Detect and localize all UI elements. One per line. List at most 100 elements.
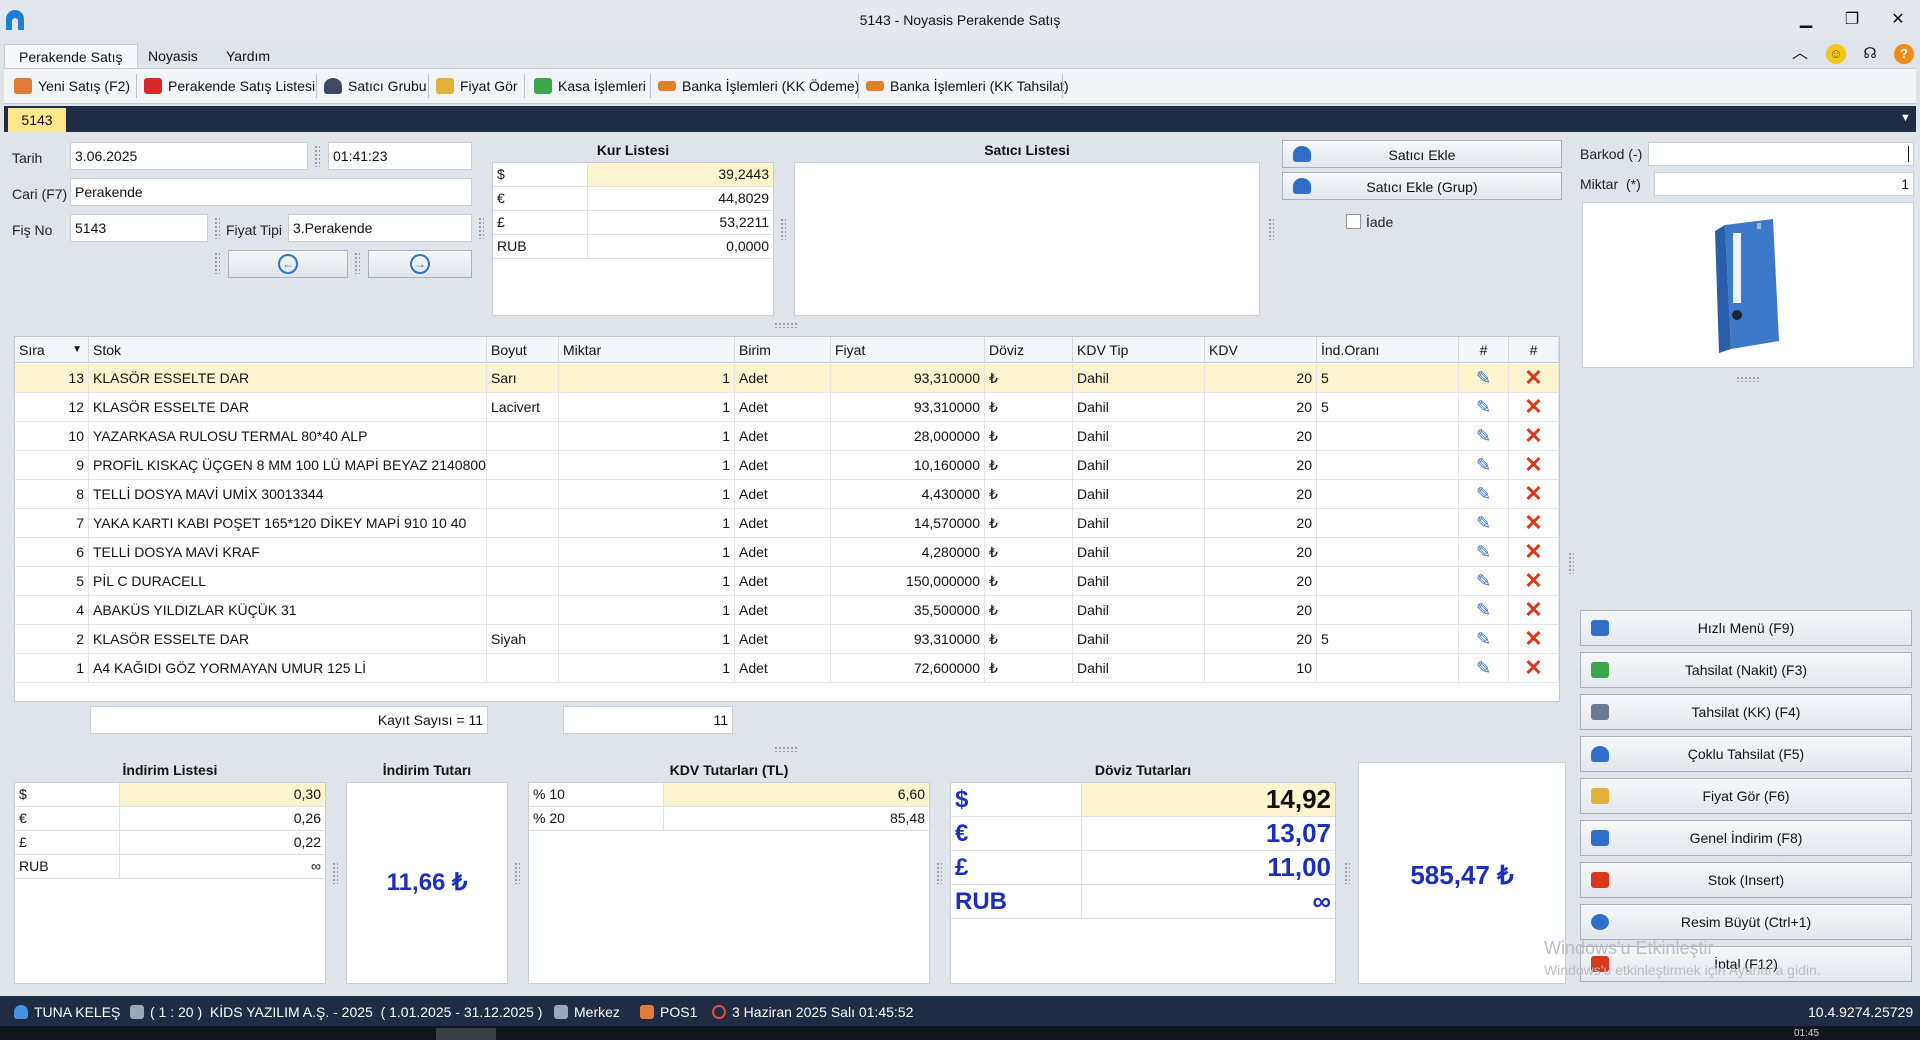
table-row[interactable]: 2 KLASÖR ESSELTE DAR Siyah 1 Adet 93,310000 ₺ D… <box>15 625 1559 654</box>
edit-pencil-icon[interactable]: ✎ <box>1459 654 1509 682</box>
splitter-handle[interactable] <box>774 322 798 328</box>
coklu-tahsilat-button[interactable]: Çoklu Tahsilat (F5) <box>1580 736 1912 772</box>
genel-indirim-button[interactable]: Genel İndirim (F8) <box>1580 820 1912 856</box>
iade-checkbox[interactable] <box>1346 214 1361 229</box>
delete-x-icon[interactable]: ✕ <box>1509 509 1559 537</box>
column-header-fiyat[interactable]: Fiyat <box>831 337 985 363</box>
satici-grubu-button[interactable]: Satıcı Grubu <box>324 74 427 98</box>
column-header-ind-orani[interactable]: İnd.Oranı <box>1317 337 1459 363</box>
grip-handle[interactable] <box>1268 218 1274 240</box>
satici-ekle-grup-button[interactable]: Satıcı Ekle (Grup) <box>1282 172 1562 200</box>
edit-pencil-icon[interactable]: ✎ <box>1459 509 1509 537</box>
delete-x-icon[interactable]: ✕ <box>1509 538 1559 566</box>
grip-handle[interactable] <box>478 217 484 239</box>
saat-field[interactable]: 01:41:23 <box>328 142 472 170</box>
edit-pencil-icon[interactable]: ✎ <box>1459 393 1509 421</box>
grip-handle[interactable] <box>936 862 942 884</box>
edit-pencil-icon[interactable]: ✎ <box>1459 364 1509 392</box>
grip-handle[interactable] <box>514 862 520 884</box>
table-row[interactable]: 13 KLASÖR ESSELTE DAR Sarı 1 Adet 93,310000 ₺ D… <box>15 364 1559 393</box>
edit-pencil-icon[interactable]: ✎ <box>1459 596 1509 624</box>
table-row[interactable]: 12 KLASÖR ESSELTE DAR Lacivert 1 Adet 93,3100… <box>15 393 1559 422</box>
column-header-edit[interactable]: # <box>1459 337 1509 363</box>
previous-button[interactable]: ← <box>228 250 348 278</box>
grip-handle[interactable] <box>214 252 220 274</box>
column-header-kdv[interactable]: KDV <box>1205 337 1317 363</box>
grip-handle[interactable] <box>314 145 320 167</box>
edit-pencil-icon[interactable]: ✎ <box>1459 451 1509 479</box>
stok-insert-button[interactable]: Stok (Insert) <box>1580 862 1912 898</box>
grip-handle[interactable] <box>780 218 786 240</box>
delete-x-icon[interactable]: ✕ <box>1509 480 1559 508</box>
fiyat-tipi-field[interactable]: 3.Perakende <box>288 214 472 242</box>
column-header-boyut[interactable]: Boyut <box>487 337 559 363</box>
delete-x-icon[interactable]: ✕ <box>1509 567 1559 595</box>
splitter-handle[interactable] <box>774 746 798 752</box>
table-row[interactable]: 4 ABAKÜS YILDIZLAR KÜÇÜK 31 1 Adet 35,500000… <box>15 596 1559 625</box>
headset-icon[interactable]: ☊ <box>1860 44 1880 64</box>
delete-x-icon[interactable]: ✕ <box>1509 625 1559 653</box>
restore-button[interactable]: ❐ <box>1838 8 1866 32</box>
column-header-kdv-tip[interactable]: KDV Tip <box>1073 337 1205 363</box>
taskbar-item[interactable] <box>436 1028 496 1040</box>
table-row[interactable]: 5 PİL C DURACELL 1 Adet 150,000000 ₺ Dahil 20 ✎ ✕ <box>15 567 1559 596</box>
fis-no-field[interactable]: 5143 <box>70 214 208 242</box>
hizli-menu-button[interactable]: Hızlı Menü (F9) <box>1580 610 1912 646</box>
chevron-down-icon[interactable]: ▼ <box>1900 112 1911 124</box>
smiley-icon[interactable]: ☺ <box>1826 44 1846 64</box>
delete-x-icon[interactable]: ✕ <box>1509 654 1559 682</box>
edit-pencil-icon[interactable]: ✎ <box>1459 422 1509 450</box>
tarih-field[interactable]: 3.06.2025 <box>70 142 308 170</box>
edit-pencil-icon[interactable]: ✎ <box>1459 538 1509 566</box>
grip-handle[interactable] <box>1568 552 1574 574</box>
document-tab-5143[interactable]: 5143 <box>8 108 66 132</box>
column-header-sira[interactable]: Sıra ▼ <box>15 337 89 363</box>
column-header-delete[interactable]: # <box>1509 337 1559 363</box>
edit-pencil-icon[interactable]: ✎ <box>1459 480 1509 508</box>
table-row[interactable]: 9 PROFİL KISKAÇ ÜÇGEN 8 MM 100 LÜ MAPİ BE… <box>15 451 1559 480</box>
perakende-satis-listesi-button[interactable]: Perakende Satış Listesi <box>144 74 315 98</box>
column-header-doviz[interactable]: Döviz <box>985 337 1073 363</box>
satici-listesi-panel[interactable] <box>794 162 1260 316</box>
fiyat-gor-button[interactable]: Fiyat Gör <box>436 74 518 98</box>
fiyat-gor-side-button[interactable]: Fiyat Gör (F6) <box>1580 778 1912 814</box>
tab-perakende-satis[interactable]: Perakende Satış <box>4 44 138 68</box>
edit-pencil-icon[interactable]: ✎ <box>1459 625 1509 653</box>
collapse-ribbon-icon[interactable]: ︿ <box>1790 44 1810 64</box>
minimize-button[interactable]: ▁ <box>1792 8 1820 32</box>
delete-x-icon[interactable]: ✕ <box>1509 451 1559 479</box>
grip-handle[interactable] <box>332 862 338 884</box>
table-row[interactable]: 1 A4 KAĞIDI GÖZ YORMAYAN UMUR 125 Lİ 1 Adet… <box>15 654 1559 683</box>
delete-x-icon[interactable]: ✕ <box>1509 596 1559 624</box>
delete-x-icon[interactable]: ✕ <box>1509 393 1559 421</box>
table-row[interactable]: 7 YAKA KARTI KABI POŞET 165*120 DİKEY MAP… <box>15 509 1559 538</box>
sales-grid[interactable]: Sıra ▼ Stok Boyut Miktar Birim Fiyat Dövi… <box>14 336 1560 702</box>
miktar-input[interactable]: 1 <box>1654 172 1914 196</box>
tab-yardim[interactable]: Yardım <box>212 44 284 68</box>
grip-handle[interactable] <box>354 252 360 274</box>
table-row[interactable]: 10 YAZARKASA RULOSU TERMAL 80*40 ALP 1 Adet… <box>15 422 1559 451</box>
grip-handle[interactable] <box>1344 862 1350 884</box>
barkod-input[interactable] <box>1648 142 1914 166</box>
satici-ekle-button[interactable]: Satıcı Ekle <box>1282 140 1562 168</box>
help-icon[interactable]: ? <box>1894 44 1914 64</box>
tahsilat-nakit-button[interactable]: Tahsilat (Nakit) (F3) <box>1580 652 1912 688</box>
resim-buyut-button[interactable]: Resim Büyüt (Ctrl+1) <box>1580 904 1912 940</box>
delete-x-icon[interactable]: ✕ <box>1509 364 1559 392</box>
next-button[interactable]: → <box>368 250 472 278</box>
column-header-stok[interactable]: Stok <box>89 337 487 363</box>
edit-pencil-icon[interactable]: ✎ <box>1459 567 1509 595</box>
banka-kk-tahsilat-button[interactable]: Banka İşlemleri (KK Tahsilat) <box>866 74 1069 98</box>
tab-noyasis[interactable]: Noyasis <box>134 44 212 68</box>
cari-field[interactable]: Perakende <box>70 178 472 206</box>
banka-kk-odeme-button[interactable]: Banka İşlemleri (KK Ödeme) <box>658 74 859 98</box>
column-header-miktar[interactable]: Miktar <box>559 337 735 363</box>
product-image-panel[interactable] <box>1582 202 1914 368</box>
kasa-islemleri-button[interactable]: Kasa İşlemleri <box>534 74 646 98</box>
splitter-handle[interactable] <box>1736 376 1760 382</box>
yeni-satis-button[interactable]: Yeni Satış (F2) <box>14 74 130 98</box>
table-row[interactable]: 8 TELLİ DOSYA MAVİ UMİX 30013344 1 Adet 4,43… <box>15 480 1559 509</box>
close-button[interactable]: ✕ <box>1884 8 1912 32</box>
column-header-birim[interactable]: Birim <box>735 337 831 363</box>
grip-handle[interactable] <box>214 217 220 239</box>
